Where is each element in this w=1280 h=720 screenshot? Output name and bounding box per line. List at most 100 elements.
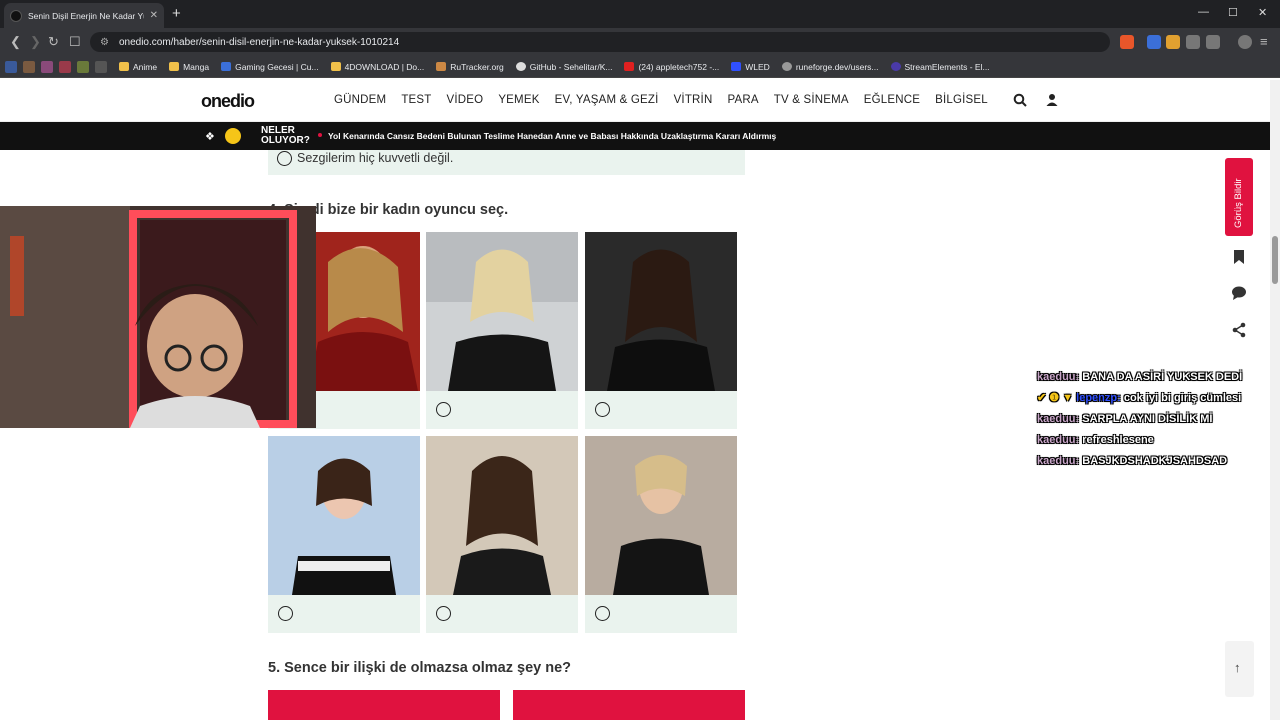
- bookmark-icon[interactable]: [5, 60, 17, 73]
- brave-shield-icon[interactable]: [1120, 35, 1134, 49]
- forward-icon[interactable]: ❯: [30, 34, 41, 50]
- menu-item-tv-sinema[interactable]: TV & SİNEMA: [774, 94, 849, 106]
- extensions-puzzle-icon[interactable]: [1206, 35, 1220, 49]
- menu-item-ev-yasam-gezi[interactable]: EV, YAŞAM & GEZİ: [555, 94, 659, 106]
- maximize-button[interactable]: ☐: [1228, 6, 1238, 19]
- radio-button[interactable]: [436, 606, 451, 621]
- bookmark-icon[interactable]: [1230, 248, 1248, 266]
- apps-grid-icon[interactable]: [95, 60, 107, 73]
- menu-item-video[interactable]: VİDEO: [447, 94, 484, 106]
- radio-button[interactable]: [277, 151, 292, 166]
- vpn-icon[interactable]: [1238, 35, 1252, 49]
- menu-item-vitrin[interactable]: VİTRİN: [674, 94, 713, 106]
- menu-item-yemek[interactable]: YEMEK: [498, 94, 539, 106]
- extension-icon[interactable]: [1186, 35, 1200, 49]
- back-icon[interactable]: ❮: [10, 34, 21, 50]
- bookmark-icon[interactable]: [77, 60, 89, 73]
- chat-username: lepenzp:: [1076, 392, 1121, 404]
- bookmark-icon[interactable]: [41, 60, 53, 73]
- answer-option-image[interactable]: [426, 232, 578, 429]
- menu-item-para[interactable]: PARA: [727, 94, 758, 106]
- menu-item-eglence[interactable]: EĞLENCE: [864, 94, 920, 106]
- bookmark-gaming-gecesi[interactable]: Gaming Gecesi | Cu...: [221, 61, 319, 72]
- bookmark-label: GitHub - Sehelitar/K...: [529, 61, 613, 72]
- close-window-button[interactable]: ✕: [1258, 6, 1267, 19]
- site-info-icon[interactable]: ⚙: [100, 37, 109, 48]
- bookmark-icon[interactable]: [59, 60, 71, 73]
- site-icon: [731, 62, 742, 71]
- main-menu: GÜNDEM TEST VİDEO YEMEK EV, YAŞAM & GEZİ…: [334, 94, 988, 106]
- menu-item-test[interactable]: TEST: [401, 94, 431, 106]
- bookmark-label: Anime: [133, 61, 158, 72]
- bookmark-4download[interactable]: 4DOWNLOAD | Do...: [330, 62, 424, 72]
- chat-username: kaeduu:: [1037, 413, 1080, 425]
- arrow-up-icon: ↑: [1234, 660, 1241, 675]
- bookmark-icon[interactable]: [23, 60, 35, 73]
- stream-chat: kaeduu: BANA DA ASİRİ YUKSEK DEDİ ✔ ❶ ▼ …: [1037, 370, 1277, 475]
- extension-icon[interactable]: [1166, 35, 1180, 49]
- chat-message: kaeduu: BASJKDSHADKJSAHDSAD: [1037, 454, 1277, 469]
- actress-photo: [426, 436, 578, 595]
- user-icon[interactable]: [1045, 93, 1059, 107]
- answer-option-image[interactable]: [585, 232, 737, 429]
- feedback-button[interactable]: Görüş Bildir: [1225, 158, 1253, 236]
- radio-button[interactable]: [436, 402, 451, 417]
- folder-icon: [330, 62, 341, 71]
- share-icon[interactable]: [1230, 321, 1248, 339]
- reload-icon[interactable]: ↻: [48, 34, 59, 50]
- url-bar[interactable]: ⚙ onedio.com/haber/senin-disil-enerjin-n…: [90, 32, 1110, 52]
- ticker-headline[interactable]: Yol Kenarında Cansız Bedeni Bulunan Tesl…: [328, 131, 776, 141]
- folder-icon: [119, 62, 129, 71]
- option-label: Sezgilerim hiç kuvvetli değil.: [297, 151, 454, 165]
- extension-icon[interactable]: [1147, 35, 1161, 49]
- site-icon: [781, 62, 792, 71]
- chat-username: kaeduu:: [1037, 371, 1080, 383]
- bookmark-github[interactable]: GitHub - Sehelitar/K...: [515, 61, 613, 72]
- answer-option-image[interactable]: [585, 436, 737, 633]
- scrollbar-thumb[interactable]: [1272, 236, 1278, 284]
- menu-item-bilgisel[interactable]: BİLGİSEL: [935, 94, 988, 106]
- browser-tab[interactable]: Senin Dişil Enerjin Ne Kadar Yük ✕: [4, 3, 164, 28]
- minimize-button[interactable]: —: [1198, 6, 1209, 18]
- bookmark-label: StreamElements - El...: [904, 61, 990, 72]
- bookmark-wled[interactable]: WLED: [731, 62, 770, 72]
- bookmark-runeforge[interactable]: runeforge.dev/users...: [781, 61, 879, 72]
- bookmark-streamelements[interactable]: StreamElements - El...: [890, 61, 990, 72]
- menu-item-gundem[interactable]: GÜNDEM: [334, 94, 386, 106]
- chat-text: SARPLA AYNI DİSİLİK Mİ: [1082, 413, 1213, 425]
- scroll-to-top-button[interactable]: ↑: [1225, 641, 1254, 697]
- new-tab-button[interactable]: +: [172, 5, 181, 22]
- chat-message: kaeduu: SARPLA AYNI DİSİLİK Mİ: [1037, 412, 1277, 427]
- url-text: onedio.com/haber/senin-disil-enerjin-ne-…: [118, 36, 400, 48]
- site-icon: [436, 62, 447, 71]
- answer-option-image[interactable]: [268, 436, 420, 633]
- bookmark-anime[interactable]: Anime: [119, 62, 157, 72]
- answer-option-card[interactable]: [513, 690, 745, 720]
- tab-close-icon[interactable]: ✕: [150, 10, 158, 21]
- menu-icon[interactable]: ≡: [1260, 34, 1268, 49]
- radio-button[interactable]: [595, 402, 610, 417]
- site-icon: [221, 62, 232, 71]
- github-icon: [515, 62, 526, 71]
- bookmarks-bar: Anime Manga Gaming Gecesi | Cu... 4DOWNL…: [0, 56, 1280, 78]
- browser-titlebar: Senin Dişil Enerjin Ne Kadar Yük ✕ + — ☐…: [0, 0, 1280, 28]
- onedio-logo[interactable]: onedio: [201, 91, 255, 112]
- search-icon[interactable]: [1013, 93, 1027, 107]
- comment-icon[interactable]: [1230, 284, 1248, 302]
- bookmark-label: runeforge.dev/users...: [795, 61, 879, 72]
- actress-photo: [585, 436, 737, 595]
- radio-button[interactable]: [278, 606, 293, 621]
- chat-text: refreshlesene: [1082, 434, 1154, 446]
- answer-option[interactable]: Sezgilerim hiç kuvvetli değil.: [268, 150, 745, 175]
- answer-option-image[interactable]: [426, 436, 578, 633]
- grid-icon[interactable]: ❖: [205, 130, 215, 143]
- answer-option-card[interactable]: [268, 690, 500, 720]
- bookmark-rutracker[interactable]: RuTracker.org: [436, 62, 504, 72]
- bookmark-manga[interactable]: Manga: [169, 62, 209, 72]
- bookmark-page-icon[interactable]: ☐: [69, 34, 81, 50]
- radio-button[interactable]: [595, 606, 610, 621]
- bookmark-label: Gaming Gecesi | Cu...: [235, 61, 319, 72]
- streamer-webcam: [0, 206, 316, 428]
- chat-message: kaeduu: refreshlesene: [1037, 433, 1277, 448]
- bookmark-youtube[interactable]: (24) appletech752 -...: [624, 62, 719, 72]
